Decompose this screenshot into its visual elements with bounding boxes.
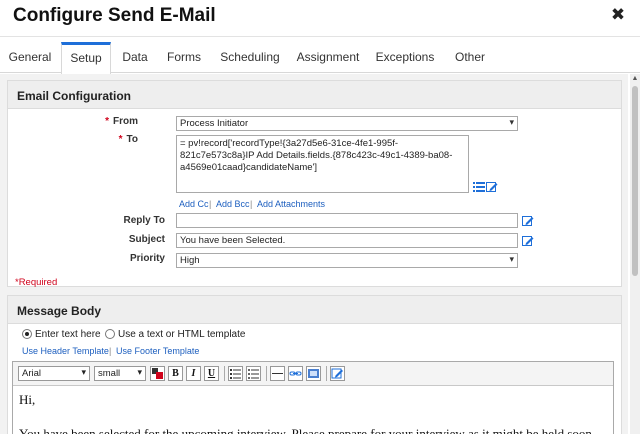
message-body-text[interactable]: Hi, You have been selected for the upcom…: [13, 387, 613, 434]
bullet-list-icon: [248, 369, 259, 379]
chevron-down-icon: ▾: [509, 254, 514, 264]
scroll-thumb[interactable]: [632, 86, 638, 276]
reply-to-label: Reply To: [123, 215, 165, 226]
tab-setup[interactable]: Setup: [61, 42, 111, 74]
header-divider: [0, 36, 640, 37]
edit-icon[interactable]: [522, 215, 534, 227]
font-family-select[interactable]: Arial ▾: [18, 366, 90, 381]
add-bcc-link[interactable]: Add Bcc: [216, 199, 250, 209]
link-separator: |: [109, 346, 112, 356]
horizontal-rule-button[interactable]: [270, 366, 285, 381]
priority-label: Priority: [129, 253, 165, 264]
body-line: Hi,: [19, 392, 36, 407]
use-template-radio-label: Use a text or HTML template: [118, 329, 246, 340]
chevron-down-icon: ▾: [509, 117, 514, 127]
add-cc-link[interactable]: Add Cc: [179, 199, 209, 209]
close-icon[interactable]: ✖: [608, 5, 628, 25]
edit-icon: [331, 368, 343, 379]
setup-content: Email Configuration * From Process Initia…: [0, 74, 628, 434]
link-separator: |: [209, 199, 212, 209]
list-icon[interactable]: [473, 181, 485, 193]
text-color-icon: [152, 368, 163, 379]
chevron-down-icon: ▾: [137, 367, 142, 377]
image-button[interactable]: [306, 366, 321, 381]
scroll-up-arrow-icon[interactable]: ▲: [630, 74, 640, 84]
bold-button[interactable]: B: [168, 366, 183, 381]
horizontal-rule-icon: [272, 373, 283, 374]
image-icon: [308, 369, 319, 378]
message-editor: Arial ▾ small ▾ B I U Hi, You have been …: [12, 361, 614, 434]
body-line: You have been selected for the upcoming …: [19, 426, 592, 434]
email-configuration-heading: Email Configuration: [8, 81, 621, 109]
toolbar-divider: [224, 366, 225, 381]
footer-template-link[interactable]: Use Footer Template: [116, 346, 199, 356]
underline-button[interactable]: U: [204, 366, 219, 381]
to-label: * To: [118, 134, 138, 145]
ordered-list-icon: [230, 369, 241, 379]
edit-source-button[interactable]: [330, 366, 345, 381]
text-color-button[interactable]: [150, 366, 165, 381]
dialog-title: Configure Send E-Mail: [13, 5, 216, 26]
tab-exceptions[interactable]: Exceptions: [374, 42, 436, 73]
to-expression-field[interactable]: = pv!record['recordType!{3a27d5e6-31ce-4…: [176, 135, 469, 193]
reply-to-field[interactable]: [176, 213, 518, 228]
ordered-list-button[interactable]: [228, 366, 243, 381]
editor-toolbar: Arial ▾ small ▾ B I U: [13, 362, 613, 386]
body-line: [19, 408, 607, 425]
toolbar-divider: [266, 366, 267, 381]
link-button[interactable]: [288, 366, 303, 381]
font-size-select[interactable]: small ▾: [94, 366, 146, 381]
header-template-link[interactable]: Use Header Template: [22, 346, 109, 356]
tab-bar: General Setup Data Forms Scheduling Assi…: [0, 42, 640, 74]
tab-data[interactable]: Data: [118, 42, 152, 73]
add-attachments-link[interactable]: Add Attachments: [257, 199, 325, 209]
scrollbar[interactable]: ▲: [630, 74, 640, 434]
subject-label: Subject: [128, 234, 165, 245]
priority-select[interactable]: High ▾: [176, 253, 518, 268]
email-configuration-panel: Email Configuration * From Process Initia…: [7, 80, 622, 288]
subject-field[interactable]: You have been Selected.: [176, 233, 518, 248]
edit-icon[interactable]: [522, 235, 534, 247]
dialog-header: Configure Send E-Mail ✖: [0, 0, 640, 36]
bullet-list-button[interactable]: [246, 366, 261, 381]
tab-general[interactable]: General: [4, 42, 56, 73]
enter-text-radio[interactable]: [22, 329, 32, 339]
italic-button[interactable]: I: [186, 366, 201, 381]
tab-forms[interactable]: Forms: [164, 42, 204, 73]
link-separator: |: [250, 199, 253, 209]
tab-assignment[interactable]: Assignment: [294, 42, 362, 73]
tab-other[interactable]: Other: [450, 42, 490, 73]
toolbar-divider: [326, 366, 327, 381]
from-select[interactable]: Process Initiator ▾: [176, 116, 518, 131]
enter-text-radio-label: Enter text here: [35, 329, 101, 340]
edit-icon[interactable]: [486, 181, 498, 193]
required-note: *Required: [15, 277, 58, 288]
chevron-down-icon: ▾: [81, 367, 86, 377]
use-template-radio[interactable]: [105, 329, 115, 339]
message-body-heading: Message Body: [8, 296, 621, 324]
from-label: * From: [105, 116, 138, 127]
link-icon: [289, 371, 302, 376]
tab-scheduling[interactable]: Scheduling: [218, 42, 282, 73]
